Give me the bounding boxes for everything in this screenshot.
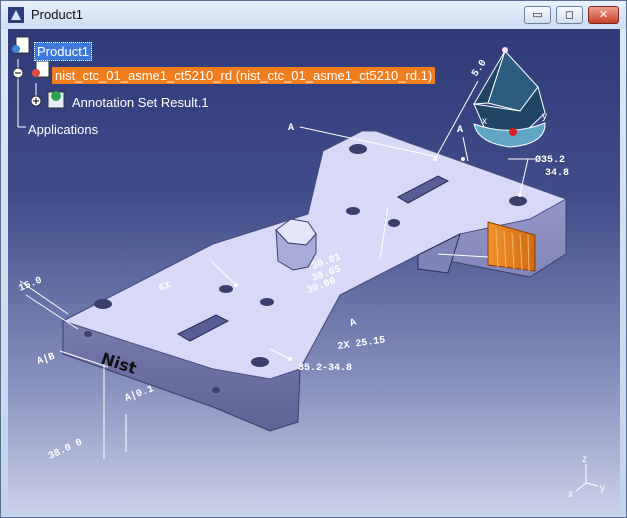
axis-triad bbox=[575, 464, 599, 492]
3d-viewport[interactable]: A A A A|B 5.0 Ø35.2 34.8 30.01 30.05 30.… bbox=[8, 29, 620, 511]
annotation-a3: A bbox=[349, 317, 358, 329]
close-button[interactable]: ✕ bbox=[588, 6, 619, 24]
window-title: Product1 bbox=[31, 7, 84, 22]
expand-icon[interactable] bbox=[30, 95, 42, 107]
annotation-dim-bottom: 38.0 0 bbox=[47, 437, 84, 462]
annotation-a1: A bbox=[288, 123, 294, 134]
tree-item-applications[interactable]: Applications bbox=[28, 122, 98, 137]
tree-part-icon[interactable] bbox=[32, 60, 50, 78]
compass-x-label: x bbox=[482, 116, 487, 127]
tree-item-part[interactable]: nist_ctc_01_asme1_ct5210_rd (nist_ctc_01… bbox=[52, 67, 436, 84]
collapse-icon[interactable] bbox=[12, 67, 24, 79]
annotation-dim-348: 34.8 bbox=[545, 168, 569, 179]
axis-x-label: x bbox=[568, 489, 573, 500]
annotation-a2: A bbox=[457, 125, 463, 136]
maximize-button[interactable]: ◻ bbox=[556, 6, 583, 24]
compass-y-label: y bbox=[542, 111, 547, 122]
annotation-dim-ab: A|0.1 bbox=[123, 383, 155, 405]
tree-root-icon[interactable] bbox=[12, 36, 30, 54]
annotation-dim-35-34: 35.2-34.8 bbox=[298, 363, 352, 374]
catia-app-icon bbox=[8, 7, 24, 23]
axis-z-label: z bbox=[582, 454, 587, 465]
axis-y-label: y bbox=[600, 483, 605, 494]
title-bar[interactable]: Product1 ▭ ◻ ✕ bbox=[1, 1, 626, 29]
minimize-button[interactable]: ▭ bbox=[524, 6, 551, 24]
annotation-dim-50: 5.0 bbox=[470, 58, 489, 79]
annotation-dim-352: Ø35.2 bbox=[535, 154, 565, 166]
tree-item-annotation-set[interactable]: Annotation Set Result.1 bbox=[72, 95, 209, 110]
app-window: Product1 ▭ ◻ ✕ A A A A|B 5.0 Ø35.2 34.8 … bbox=[0, 0, 627, 518]
annotation-ab: A|B bbox=[36, 351, 57, 368]
annotation-set-icon[interactable] bbox=[47, 91, 65, 109]
annotation-dim-2x25: 2X 25.15 bbox=[337, 335, 386, 353]
annotation-dim-15: 15.0 bbox=[17, 276, 43, 295]
tree-item-product1[interactable]: Product1 bbox=[34, 42, 93, 61]
